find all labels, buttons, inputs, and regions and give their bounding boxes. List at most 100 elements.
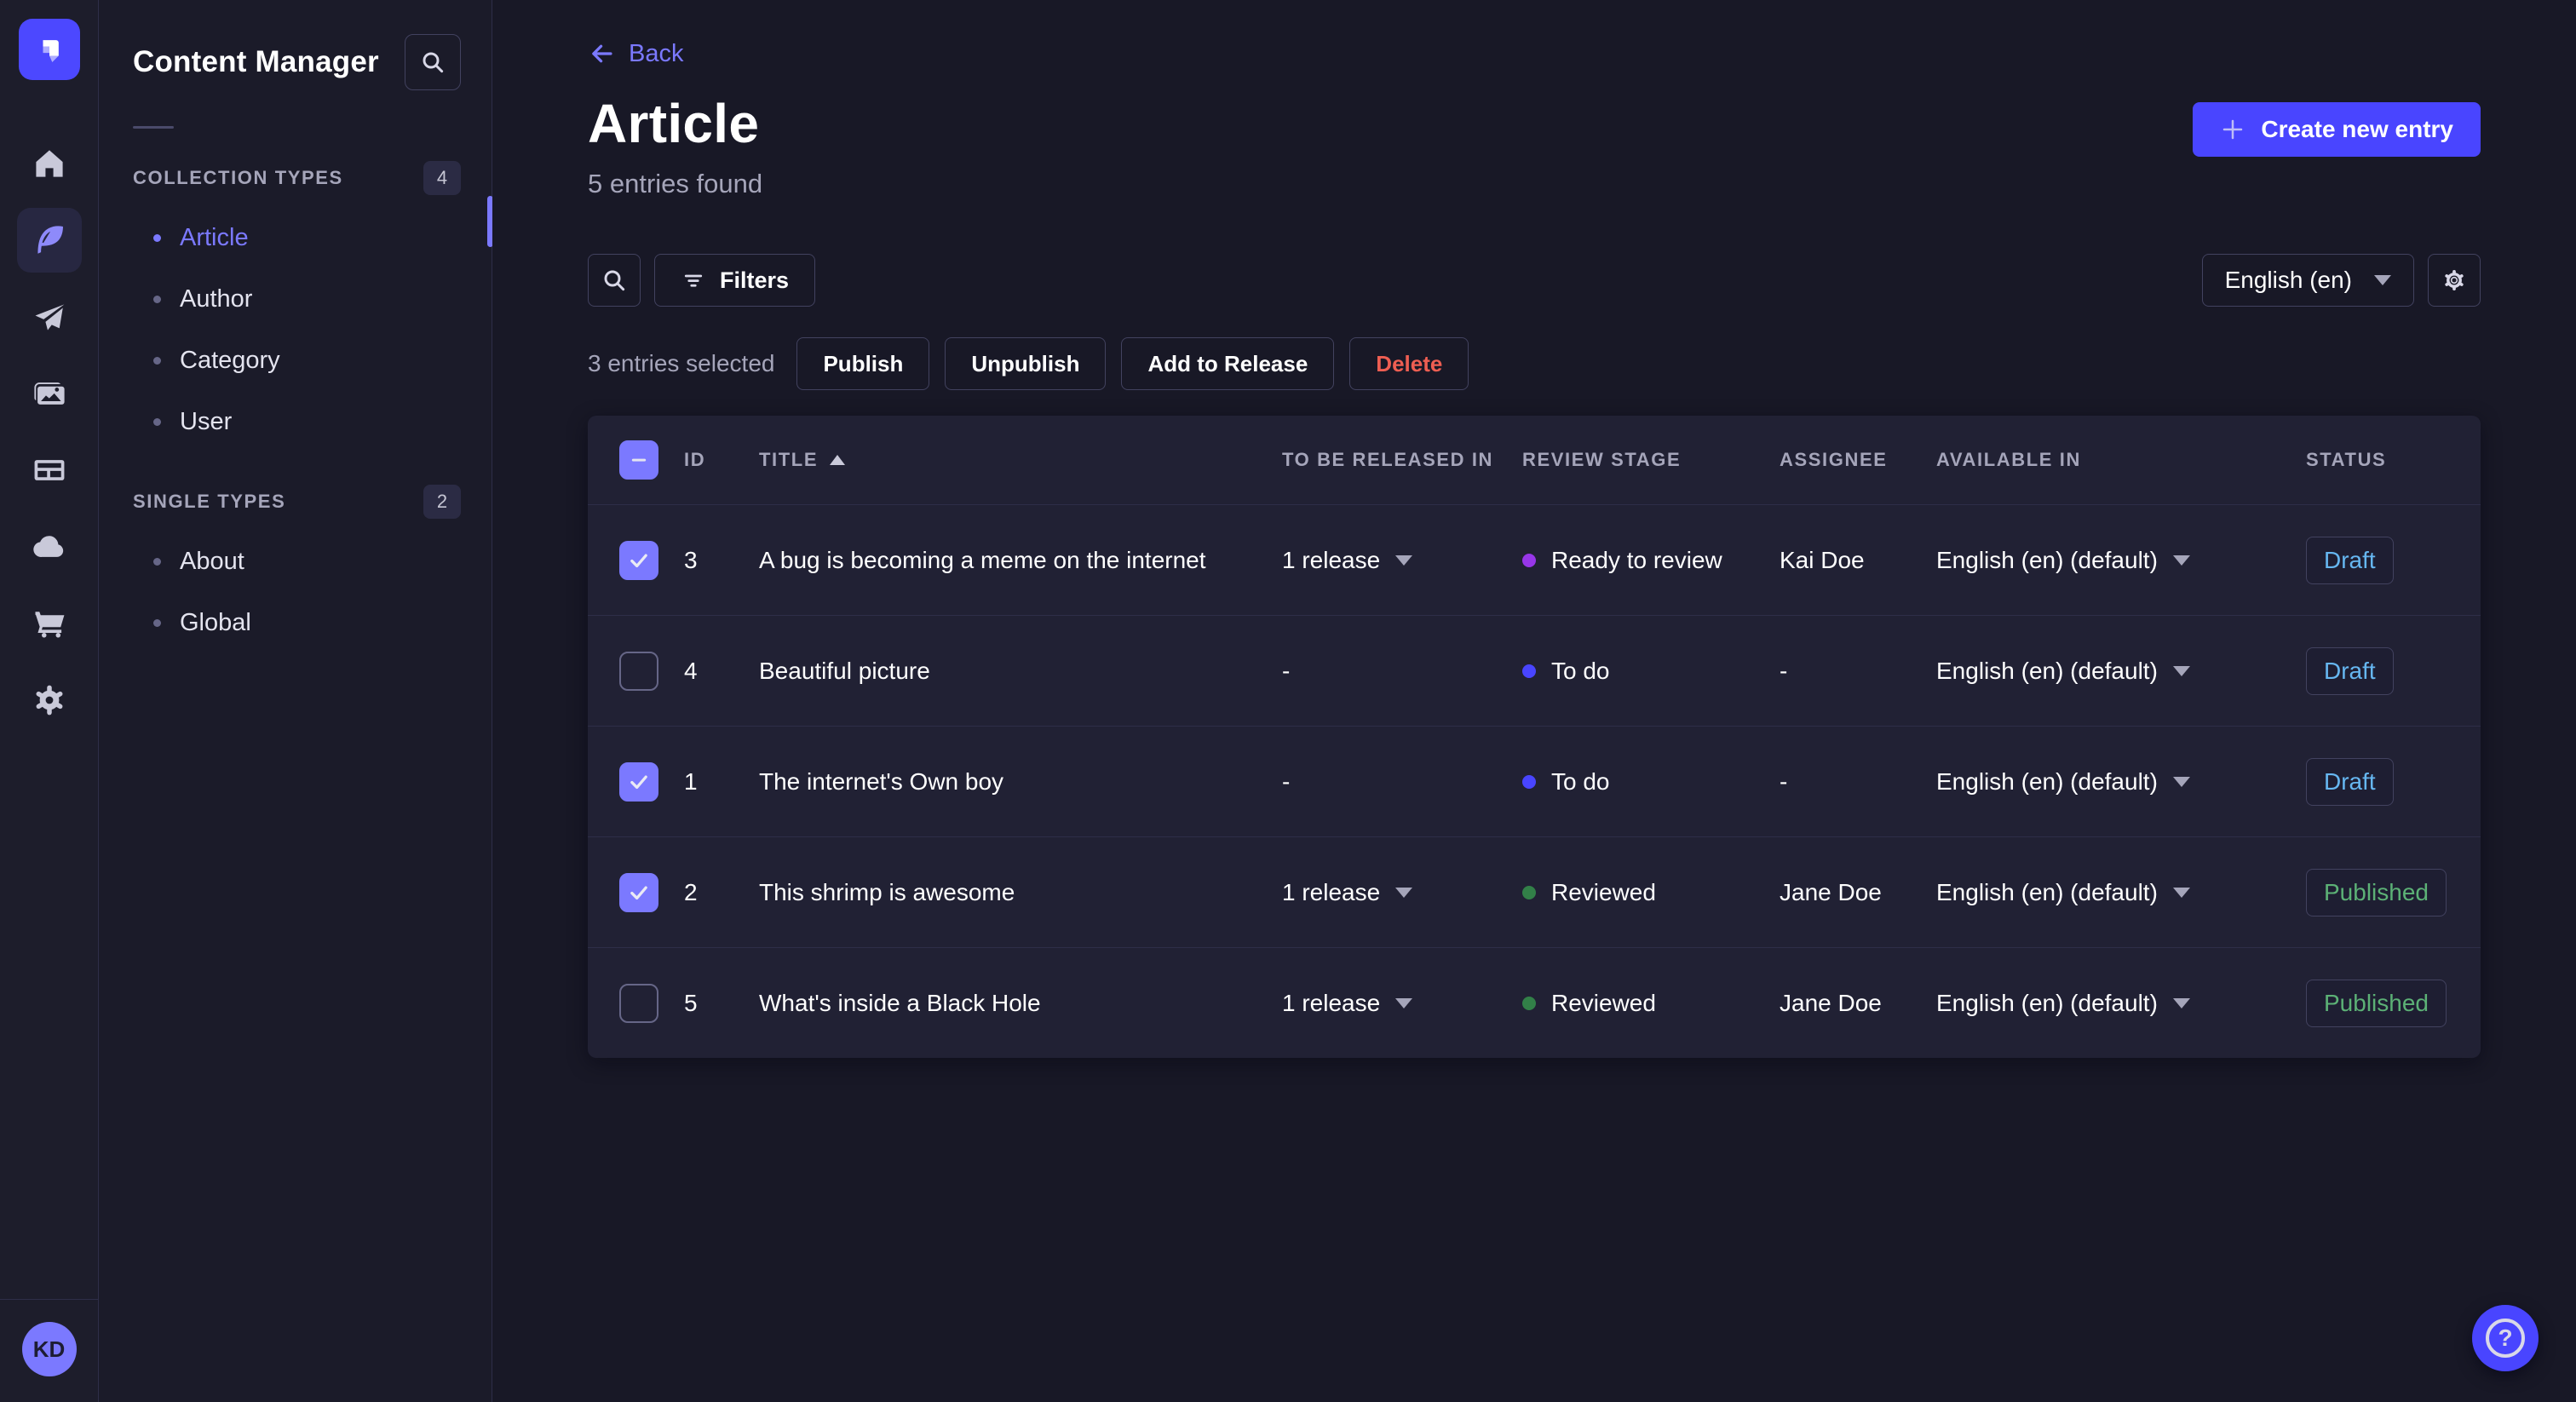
- status-badge: Published: [2306, 979, 2447, 1027]
- locale-selected-value: English (en): [2224, 267, 2352, 293]
- nav-settings[interactable]: [17, 668, 82, 733]
- nav-home[interactable]: [17, 131, 82, 196]
- content-manager-subnav: Content Manager COLLECTION TYPES 4 Article…: [99, 0, 493, 1402]
- main-nav: KD: [0, 0, 99, 1402]
- cell-review-stage: Ready to review: [1522, 547, 1780, 574]
- stage-label: Reviewed: [1551, 878, 1656, 905]
- select-all-checkbox[interactable]: [619, 440, 658, 480]
- row-checkbox[interactable]: [619, 872, 658, 912]
- column-header-status[interactable]: STATUS: [2306, 449, 2449, 471]
- create-new-entry-button[interactable]: Create new entry: [2193, 102, 2481, 157]
- nav-deploy[interactable]: [17, 514, 82, 579]
- locale-select[interactable]: English (en): [2201, 254, 2414, 307]
- subnav-item-category[interactable]: Category: [99, 330, 492, 391]
- table-search-button[interactable]: [588, 254, 641, 307]
- row-checkbox[interactable]: [619, 540, 658, 580]
- subnav-search-button[interactable]: [405, 34, 461, 90]
- column-header-review-stage[interactable]: REVIEW STAGE: [1522, 449, 1780, 471]
- cell-id: 1: [684, 767, 698, 795]
- subnav-item-label: Category: [180, 346, 280, 374]
- check-icon: [630, 775, 647, 789]
- table-row[interactable]: 4 Beautiful picture - To do - English (en) (d…: [588, 615, 2481, 726]
- nav-content-type-builder[interactable]: [17, 438, 82, 503]
- available-in-value: English (en) (default): [1936, 989, 2158, 1016]
- chevron-down-icon: [2172, 554, 2190, 566]
- subnav-item-label: User: [180, 407, 233, 435]
- chevron-down-icon: [1395, 887, 1413, 898]
- home-icon: [31, 145, 68, 182]
- available-in-value: English (en) (default): [1936, 878, 2158, 905]
- released-in-value: 1 release: [1282, 878, 1381, 905]
- publish-button[interactable]: Publish: [796, 337, 930, 390]
- cell-review-stage: To do: [1522, 768, 1780, 796]
- entries-count: 5 entries found: [588, 169, 763, 198]
- subnav-section: SINGLE TYPES 2 About Global: [99, 485, 492, 653]
- cell-status: Draft: [2306, 646, 2449, 695]
- nav-media-library[interactable]: [17, 361, 82, 426]
- cell-released-in[interactable]: 1 release: [1282, 879, 1522, 906]
- images-icon: [31, 375, 68, 412]
- section-label: COLLECTION TYPES: [133, 167, 343, 188]
- row-checkbox[interactable]: [619, 983, 658, 1023]
- filter-icon: [684, 274, 703, 287]
- arrow-left-icon: [592, 44, 612, 63]
- column-header-label: TO BE RELEASED IN: [1282, 449, 1494, 470]
- row-checkbox[interactable]: [619, 651, 658, 691]
- column-header-label: AVAILABLE IN: [1936, 449, 2081, 470]
- table-row[interactable]: 1 The internet's Own boy - To do - English (e…: [588, 726, 2481, 836]
- column-header-available-in[interactable]: AVAILABLE IN: [1936, 449, 2306, 471]
- table-row[interactable]: 3 A bug is becoming a meme on the interne…: [588, 504, 2481, 615]
- subnav-item-global[interactable]: Global: [99, 592, 492, 653]
- subnav-item-article[interactable]: Article: [99, 207, 492, 268]
- back-link[interactable]: Back: [588, 39, 683, 68]
- subnav-item-label: Author: [180, 284, 253, 313]
- column-header-label: ID: [684, 449, 706, 470]
- cell-released-in: -: [1282, 768, 1522, 796]
- strapi-logo-glyph: [43, 40, 59, 62]
- column-header-title[interactable]: TITLE: [759, 449, 1282, 471]
- strapi-logo[interactable]: [18, 19, 80, 80]
- delete-button[interactable]: Delete: [1349, 337, 1469, 390]
- bullet-dot-icon: [153, 233, 161, 242]
- table-header-row: ID TITLE TO BE RELEASED IN REVIEW STAGE ASSI…: [588, 416, 2481, 504]
- unpublish-button[interactable]: Unpublish: [945, 337, 1107, 390]
- column-header-to-be-released-in[interactable]: TO BE RELEASED IN: [1282, 449, 1522, 471]
- section-label: SINGLE TYPES: [133, 491, 286, 512]
- add-to-release-button[interactable]: Add to Release: [1121, 337, 1335, 390]
- table-row[interactable]: 2 This shrimp is awesome 1 release Reviewed…: [588, 836, 2481, 947]
- cell-title: Beautiful picture: [759, 657, 930, 684]
- cell-available-in[interactable]: English (en) (default): [1936, 990, 2306, 1017]
- column-header-assignee[interactable]: ASSIGNEE: [1780, 449, 1936, 471]
- subnav-item-author[interactable]: Author: [99, 268, 492, 330]
- cell-status: Published: [2306, 868, 2449, 916]
- cell-available-in[interactable]: English (en) (default): [1936, 768, 2306, 796]
- cell-available-in[interactable]: English (en) (default): [1936, 879, 2306, 906]
- cell-review-stage: To do: [1522, 658, 1780, 685]
- cell-available-in[interactable]: English (en) (default): [1936, 547, 2306, 574]
- subnav-item-user[interactable]: User: [99, 391, 492, 452]
- nav-releases[interactable]: [17, 284, 82, 349]
- user-avatar[interactable]: KD: [21, 1322, 77, 1376]
- released-in-value: -: [1282, 657, 1291, 684]
- table-row[interactable]: 5 What's inside a Black Hole 1 release Revi…: [588, 947, 2481, 1058]
- cell-released-in[interactable]: 1 release: [1282, 990, 1522, 1017]
- status-badge: Draft: [2306, 536, 2394, 584]
- cell-available-in[interactable]: English (en) (default): [1936, 658, 2306, 685]
- released-in-value: 1 release: [1282, 989, 1381, 1016]
- view-settings-button[interactable]: [2428, 254, 2481, 307]
- filters-button[interactable]: Filters: [654, 254, 816, 307]
- nav-content-manager[interactable]: [16, 208, 82, 273]
- chevron-down-icon: [2172, 665, 2190, 676]
- cell-released-in: -: [1282, 658, 1522, 685]
- column-header-id[interactable]: ID: [684, 449, 759, 471]
- section-count-badge: 4: [423, 161, 461, 195]
- help-button[interactable]: ?: [2472, 1305, 2539, 1371]
- bullet-dot-icon: [153, 356, 161, 365]
- chevron-down-icon: [2374, 275, 2391, 285]
- cell-released-in[interactable]: 1 release: [1282, 547, 1522, 574]
- nav-marketplace[interactable]: [17, 591, 82, 656]
- bullet-dot-icon: [153, 417, 161, 426]
- create-new-entry-label: Create new entry: [2261, 116, 2453, 142]
- subnav-item-about[interactable]: About: [99, 531, 492, 592]
- row-checkbox[interactable]: [619, 761, 658, 802]
